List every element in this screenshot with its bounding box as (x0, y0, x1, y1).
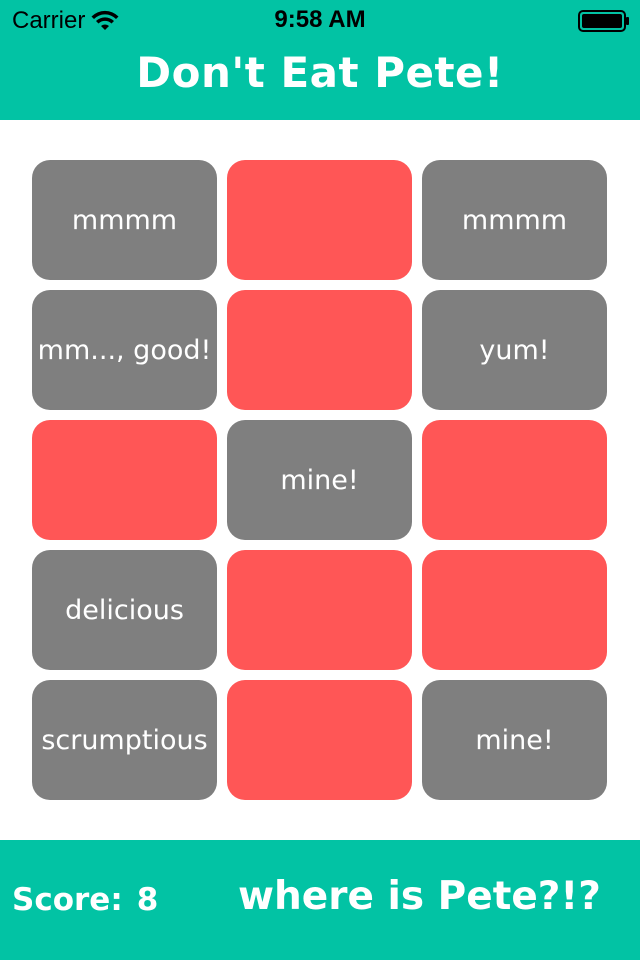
score-value: 8 (136, 882, 159, 918)
tile-13[interactable]: scrumptious (32, 680, 217, 800)
tile-7[interactable] (32, 420, 217, 540)
tile-grid: mmmm mmmm mm..., good! yum! mine! delici… (32, 160, 608, 800)
tile-14[interactable] (227, 680, 412, 800)
tile-2[interactable] (227, 160, 412, 280)
tile-1[interactable]: mmmm (32, 160, 217, 280)
status-message: where is Pete?!? (238, 874, 601, 919)
tile-12[interactable] (422, 550, 607, 670)
tile-6[interactable]: yum! (422, 290, 607, 410)
tile-8[interactable]: mine! (227, 420, 412, 540)
score-label: Score: (12, 882, 123, 918)
tile-9[interactable] (422, 420, 607, 540)
footer-bar: Score: 8 where is Pete?!? (0, 840, 640, 960)
tile-3[interactable]: mmmm (422, 160, 607, 280)
clock: 9:58 AM (274, 6, 366, 33)
battery-icon (578, 10, 629, 32)
tile-10[interactable]: delicious (32, 550, 217, 670)
tile-4[interactable]: mm..., good! (32, 290, 217, 410)
status-bar: Carrier 9:58 AM (0, 0, 640, 40)
tile-11[interactable] (227, 550, 412, 670)
page-title: Don't Eat Pete! (136, 48, 504, 97)
tile-5[interactable] (227, 290, 412, 410)
score-display: Score: 8 (12, 882, 158, 918)
tile-15[interactable]: mine! (422, 680, 607, 800)
header-bar: Carrier 9:58 AM Don't Eat Pete! (0, 0, 640, 120)
